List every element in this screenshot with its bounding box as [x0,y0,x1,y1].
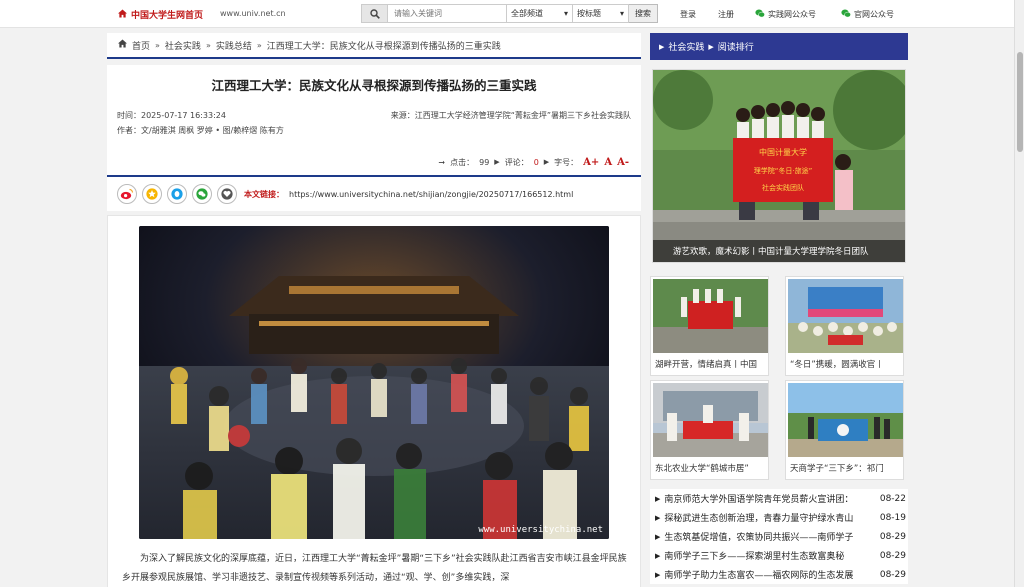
caret-right-icon: ▶ [543,158,550,166]
wechat-practice-link[interactable]: 实践网公众号 [755,9,816,20]
breadcrumb-home[interactable]: 首页 [132,39,150,52]
article-link[interactable]: https://www.universitychina.net/shijian/… [289,190,573,199]
comments-label: 评论： [504,157,529,167]
page-scrollbar[interactable] [1014,0,1024,587]
article-source: 来源：江西理工大学经济管理学院“菁耘金坪”暑期三下乡社会实践队 [390,111,631,120]
wechat-icon [841,9,851,20]
comments-count[interactable]: 0 [534,158,539,167]
list-item[interactable]: ▶ 探秘武进生态创新治理，青春力量守护绿水青山 08-19 [650,508,908,527]
site-domain: www.univ.net.cn [220,9,286,18]
share-bar: 本文链接： https://www.universitychina.net/sh… [107,177,641,211]
login-link[interactable]: 登录 [680,9,696,20]
heart-icon[interactable] [217,184,237,204]
breadcrumb-level2[interactable]: 实践总结 [216,39,252,52]
list-item[interactable]: ▶ 南师学子助力生态富农——福农网际的生态发展 08-29 [650,565,908,584]
article-column: 首页 » 社会实践 » 实践总结 » 江西理工大学：民族文化从寻根探源到传播弘扬… [107,33,641,587]
banner-text-1: 中国计量大学 [759,147,807,157]
top-bar: 中国大学生网首页 www.univ.net.cn 全部频道 ▾ 按标题 ▾ 搜索… [0,0,1024,28]
search-button[interactable]: 搜索 [629,4,658,23]
article-content: www.universitychina.net 为深入了解民族文化的深厚底蕴，近… [107,215,641,587]
thumb-caption: 天商学子“三下乡”：祁门 [790,464,884,474]
article-stats: ➞ 点击： 99 ▶ 评论： 0 ▶ 字号： A+ A A- [107,149,641,177]
photo-watermark: www.universitychina.net [478,525,603,535]
sidebar-header: ▶ 社会实践 ▶ 阅读排行 [650,33,908,60]
fontsize-label: 字号： [554,157,579,167]
breadcrumb: 首页 » 社会实践 » 实践总结 » 江西理工大学：民族文化从寻根探源到传播弘扬… [107,33,641,59]
article-author: 作者：文/胡雅淇 周枫 罗婷 • 图/赖梓熠 陈有方 [117,126,284,135]
weibo-icon[interactable] [117,184,137,204]
thumb-grid: 湖畔开营，情绪启真丨中国 “冬日”携暖，圆满收官丨 东北农业大学“鹤城市居” 天… [650,263,908,480]
list-item[interactable]: ▶ 南师学子三下乡——探索湖里村生态致富奥秘 08-29 [650,546,908,565]
home-icon [118,39,127,51]
thumb-caption: 湖畔开营，情绪启真丨中国 [655,360,758,370]
sort-select[interactable]: 按标题 ▾ [573,4,629,23]
arrow-right-icon: ➞ [438,157,446,167]
article-header: 江西理工大学：民族文化从寻根探源到传播弘扬的三重实践 时间：2025-07-17… [107,65,641,177]
breadcrumb-current[interactable]: 江西理工大学：民族文化从寻根探源到传播弘扬的三重实践 [267,39,501,52]
register-link[interactable]: 注册 [718,9,734,20]
thumb-image [653,383,768,457]
link-label: 本文链接： [244,189,284,199]
caret-right-icon: ▶ [655,494,661,503]
double-chevron-icon: » [155,40,160,50]
thumb-story-2[interactable]: “冬日”携暖，圆满收官丨 [785,276,904,376]
article-photo: www.universitychina.net [139,226,609,539]
list-item[interactable]: ▶ 生态筑基促增值，农策协同共振兴——南师学子 08-29 [650,527,908,546]
thumb-story-3[interactable]: 东北农业大学“鹤城市居” [650,380,769,480]
qq-icon[interactable] [167,184,187,204]
home-icon [118,8,127,21]
sidebar: ▶ 社会实践 ▶ 阅读排行 中国计量大学 理学院“冬日·旅途” 社会实践团队 游… [650,33,908,480]
publish-time: 时间：2025-07-17 16:33:24 [117,111,226,120]
thumb-image [788,279,903,353]
caret-right-icon: ▶ [655,551,661,560]
featured-story[interactable]: 中国计量大学 理学院“冬日·旅途” 社会实践团队 游艺欢歌，魔术幻影丨中国计量大… [652,69,906,263]
article-title: 江西理工大学：民族文化从寻根探源到传播弘扬的三重实践 [211,78,537,93]
tab-social-practice[interactable]: 社会实践 [668,40,704,53]
clicks-count: 99 [479,157,490,167]
thumb-story-1[interactable]: 湖畔开营，情绪启真丨中国 [650,276,769,376]
star-icon[interactable] [142,184,162,204]
wechat-share-icon[interactable] [192,184,212,204]
caret-right-icon: ▶ [494,158,500,166]
search-icon[interactable] [361,4,388,23]
banner-text-2: 理学院“冬日·旅途” [754,166,812,175]
caret-right-icon: ▶ [655,513,661,522]
chevron-down-icon: ▾ [563,9,568,18]
home-link[interactable]: 中国大学生网首页 [118,8,203,21]
caret-right-icon: ▶ [659,42,665,51]
search-input[interactable] [388,4,507,23]
scrollbar-thumb[interactable] [1017,52,1023,152]
thumb-caption: “冬日”携暖，圆满收官丨 [790,360,884,370]
article-meta: 时间：2025-07-17 16:33:24 来源：江西理工大学经济管理学院“菁… [117,103,631,149]
font-increase-button[interactable]: A+ [583,157,599,168]
tab-reading-rank[interactable]: 阅读排行 [718,40,754,53]
featured-photo: 中国计量大学 理学院“冬日·旅途” 社会实践团队 [653,70,905,262]
banner-text-3: 社会实践团队 [762,183,804,192]
article-paragraph: 为深入了解民族文化的深厚底蕴，近日，江西理工大学“菁耘金坪”暑期“三下乡”社会实… [122,554,627,583]
thumb-caption: 东北农业大学“鹤城市居” [655,464,749,474]
caret-right-icon: ▶ [708,42,714,51]
double-chevron-icon: » [256,40,262,50]
search-bar: 全部频道 ▾ 按标题 ▾ 搜索 [361,4,658,23]
news-list: ▶ 南京师范大学外国语学院青年党员薪火宣讲团： 08-22 ▶ 探秘武进生态创新… [650,489,908,584]
caret-right-icon: ▶ [655,570,661,579]
photo-dance-scene [139,226,609,539]
thumb-image [653,279,768,353]
breadcrumb-level1[interactable]: 社会实践 [165,39,201,52]
caret-right-icon: ▶ [655,532,661,541]
clicks-label: 点击： [450,157,475,167]
thumb-story-4[interactable]: 天商学子“三下乡”：祁门 [785,380,904,480]
wechat-icon [755,9,765,20]
list-item[interactable]: ▶ 南京师范大学外国语学院青年党员薪火宣讲团： 08-22 [650,489,908,508]
chevron-down-icon: ▾ [619,9,624,18]
thumb-image [788,383,903,457]
home-link-label: 中国大学生网首页 [131,11,204,21]
font-reset-button[interactable]: A [604,157,612,168]
double-chevron-icon: » [205,40,211,50]
channel-select[interactable]: 全部频道 ▾ [507,4,573,23]
wechat-official-link[interactable]: 官网公众号 [841,9,894,20]
featured-caption: 游艺欢歌，魔术幻影丨中国计量大学理学院冬日团队 [653,240,905,262]
font-decrease-button[interactable]: A- [617,157,629,168]
